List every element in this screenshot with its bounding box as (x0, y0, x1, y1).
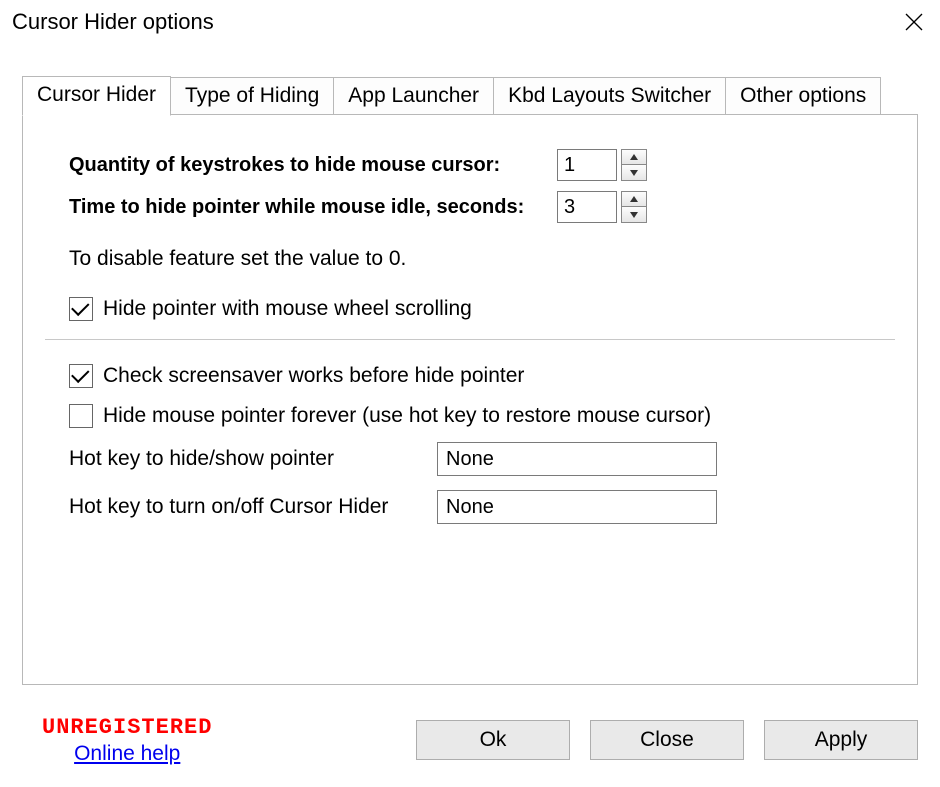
registration-area: UNREGISTERED Online help (42, 715, 212, 766)
tab-app-launcher[interactable]: App Launcher (333, 77, 494, 115)
unregistered-label: UNREGISTERED (42, 715, 212, 740)
hotkey-onoff-input[interactable] (437, 490, 717, 524)
window-title: Cursor Hider options (12, 9, 214, 35)
ok-button[interactable]: Ok (416, 720, 570, 760)
tabstrip: Cursor Hider Type of Hiding App Launcher… (22, 74, 918, 115)
keystrokes-label: Quantity of keystrokes to hide mouse cur… (69, 154, 551, 177)
keystrokes-spin-up[interactable] (622, 150, 646, 165)
tab-label: App Launcher (348, 84, 479, 107)
tab-label: Kbd Layouts Switcher (508, 84, 711, 107)
hide-forever-checkbox[interactable] (69, 404, 93, 428)
tab-label: Cursor Hider (37, 83, 156, 106)
idle-input[interactable] (557, 191, 617, 223)
chevron-down-icon (630, 212, 638, 218)
tab-other-options[interactable]: Other options (725, 77, 881, 115)
hotkey-hideshow-label: Hot key to hide/show pointer (69, 447, 437, 471)
hide-forever-label: Hide mouse pointer forever (use hot key … (103, 404, 711, 428)
close-icon (905, 13, 923, 31)
titlebar: Cursor Hider options (0, 0, 940, 44)
hotkey-onoff-label: Hot key to turn on/off Cursor Hider (69, 495, 437, 519)
online-help-link[interactable]: Online help (74, 742, 180, 766)
idle-spin-down[interactable] (622, 207, 646, 222)
tab-kbd-layouts-switcher[interactable]: Kbd Layouts Switcher (493, 77, 726, 115)
separator (45, 339, 895, 340)
tab-label: Other options (740, 84, 866, 107)
chevron-down-icon (630, 170, 638, 176)
tab-label: Type of Hiding (185, 84, 319, 107)
chevron-up-icon (630, 196, 638, 202)
idle-spin-up[interactable] (622, 192, 646, 207)
footer: UNREGISTERED Online help Ok Close Apply (0, 705, 940, 787)
hotkey-hideshow-input[interactable] (437, 442, 717, 476)
tab-type-of-hiding[interactable]: Type of Hiding (170, 77, 334, 115)
check-screensaver-checkbox[interactable] (69, 364, 93, 388)
apply-button[interactable]: Apply (764, 720, 918, 760)
idle-spinner (621, 191, 647, 223)
hide-with-wheel-label: Hide pointer with mouse wheel scrolling (103, 297, 472, 321)
idle-label: Time to hide pointer while mouse idle, s… (69, 196, 551, 219)
tab-cursor-hider[interactable]: Cursor Hider (22, 76, 171, 116)
hide-with-wheel-checkbox[interactable] (69, 297, 93, 321)
check-screensaver-label: Check screensaver works before hide poin… (103, 364, 524, 388)
keystrokes-input[interactable] (557, 149, 617, 181)
keystrokes-spin-down[interactable] (622, 165, 646, 180)
keystrokes-spinner (621, 149, 647, 181)
close-window-button[interactable] (892, 0, 936, 44)
options-window: Cursor Hider options Cursor Hider Type o… (0, 0, 940, 787)
disable-hint: To disable feature set the value to 0. (69, 247, 871, 271)
close-button[interactable]: Close (590, 720, 744, 760)
chevron-up-icon (630, 154, 638, 160)
tab-panel-cursor-hider: Quantity of keystrokes to hide mouse cur… (22, 114, 918, 685)
